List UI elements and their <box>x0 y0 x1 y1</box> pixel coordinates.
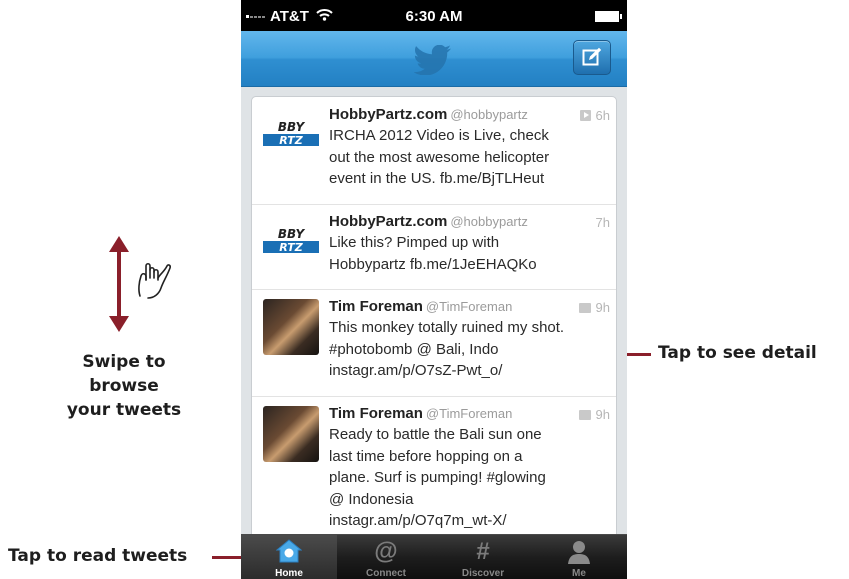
hobbypartz-avatar[interactable]: BBY RTZ <box>263 214 319 270</box>
hobbypartz-avatar[interactable]: BBY RTZ <box>263 107 319 163</box>
tweet-time: 9h <box>595 407 610 422</box>
svg-text:BBY: BBY <box>278 227 306 241</box>
tweet-text[interactable]: Like this? Pimped up with Hobbypartz fb.… <box>329 232 604 275</box>
tab-label: Home <box>275 568 303 579</box>
tweet-text-line: Hobbypartz fb.me/1JeEHAQKo <box>329 255 537 273</box>
status-bar: AT&T 6:30 AM <box>241 0 627 31</box>
tweet-time: 6h <box>595 108 610 123</box>
swipe-callout-line: Swipe to <box>82 352 166 372</box>
svg-text:BBY: BBY <box>278 120 306 134</box>
tweet-handle: @hobbypartz <box>450 214 528 229</box>
tweet-row[interactable]: Tim Foreman @TimForeman 9h Ready to battl… <box>252 396 616 557</box>
hash-icon: # <box>476 538 490 565</box>
tweet-text-line: @ Indonesia <box>329 490 414 508</box>
svg-text:RTZ: RTZ <box>279 241 303 254</box>
twitter-bird-icon <box>413 44 452 80</box>
tab-connect[interactable]: @ Connect <box>338 535 434 579</box>
tab-bar: Home @ Connect # Discover Me <box>241 534 627 579</box>
compose-button[interactable] <box>573 40 611 75</box>
battery-icon <box>595 11 622 22</box>
timeline[interactable]: BBY RTZ HobbyPartz.com @hobbypartz 6h IRC… <box>241 87 627 558</box>
tab-me[interactable]: Me <box>531 535 627 579</box>
tweet-author[interactable]: HobbyPartz.com <box>329 213 447 230</box>
tweet-time: 7h <box>595 215 610 230</box>
tweet-text-line: Ready to battle the Bali sun one <box>329 426 542 443</box>
swipe-hand-icon <box>134 256 180 307</box>
tweet-text[interactable]: Ready to battle the Bali sun one last ti… <box>329 424 604 532</box>
tweet-text-line: plane. Surf is pumping! #glowing <box>329 469 546 486</box>
tap-detail-callout: Tap to see detail <box>658 343 817 363</box>
tab-label: Me <box>572 568 586 579</box>
tab-label: Connect <box>366 568 406 579</box>
tweet-text-line: out the most awesome helicopter <box>329 148 550 166</box>
photo-icon <box>578 302 591 313</box>
timforeman-avatar[interactable] <box>263 406 319 462</box>
photo-icon <box>578 409 591 420</box>
phone-screen: AT&T 6:30 AM BBY RTZ HobbyPartz.com @hob… <box>241 0 627 579</box>
swipe-arrow-icon <box>108 236 130 337</box>
swipe-callout-line: browse <box>89 376 159 396</box>
tweet-author[interactable]: Tim Foreman <box>329 298 423 315</box>
compose-icon <box>582 47 602 66</box>
tweet-author[interactable]: Tim Foreman <box>329 405 423 422</box>
tweet-row[interactable]: Tim Foreman @TimForeman 9h This monkey to… <box>252 289 616 397</box>
svg-text:RTZ: RTZ <box>279 134 303 147</box>
tweet-text-line: #photobomb @ Bali, Indo <box>329 340 499 358</box>
tweet-handle: @TimForeman <box>425 299 513 314</box>
swipe-callout: Swipe to browse your tweets <box>44 350 204 422</box>
tweet-handle: @TimForeman <box>425 406 513 421</box>
tweet-list[interactable]: BBY RTZ HobbyPartz.com @hobbypartz 6h IRC… <box>251 96 617 558</box>
tab-discover[interactable]: # Discover <box>435 535 531 579</box>
person-icon <box>568 541 590 564</box>
tab-home[interactable]: Home <box>241 535 337 579</box>
tweet-text-line: Like this? Pimped up with <box>329 234 500 251</box>
tweet-handle: @hobbypartz <box>450 107 528 122</box>
tweet-text-line: instagr.am/p/O7q7m_wt-X/ <box>329 512 507 529</box>
swipe-callout-line: your tweets <box>66 400 182 420</box>
tweet-text-line: instagr.am/p/O7sZ-Pwt_o/ <box>329 362 503 379</box>
tweet-row[interactable]: BBY RTZ HobbyPartz.com @hobbypartz 7h Lik… <box>252 204 616 290</box>
tap-read-callout: Tap to read tweets <box>8 546 188 566</box>
tab-label: Discover <box>461 568 505 579</box>
home-icon <box>275 539 303 563</box>
status-time: 6:30 AM <box>405 8 463 25</box>
tweet-time: 9h <box>595 300 610 315</box>
video-icon <box>579 110 591 121</box>
nav-bar <box>241 31 627 87</box>
tweet-text[interactable]: This monkey totally ruined my shot. #pho… <box>329 317 604 382</box>
tweet-text-line: IRCHA 2012 Video is Live, check <box>329 127 549 144</box>
tweet-text-line: event in the US. fb.me/BjTLHeut <box>329 170 545 187</box>
tweet-author[interactable]: HobbyPartz.com <box>329 106 447 123</box>
tweet-row[interactable]: BBY RTZ HobbyPartz.com @hobbypartz 6h IRC… <box>252 97 616 205</box>
tweet-text-line: This monkey totally ruined my shot. <box>329 319 565 336</box>
tweet-text-line: last time before hopping on a <box>329 447 523 465</box>
at-icon: @ <box>374 538 398 565</box>
tweet-text[interactable]: IRCHA 2012 Video is Live, check out the … <box>329 125 604 190</box>
timforeman-avatar[interactable] <box>263 299 319 355</box>
